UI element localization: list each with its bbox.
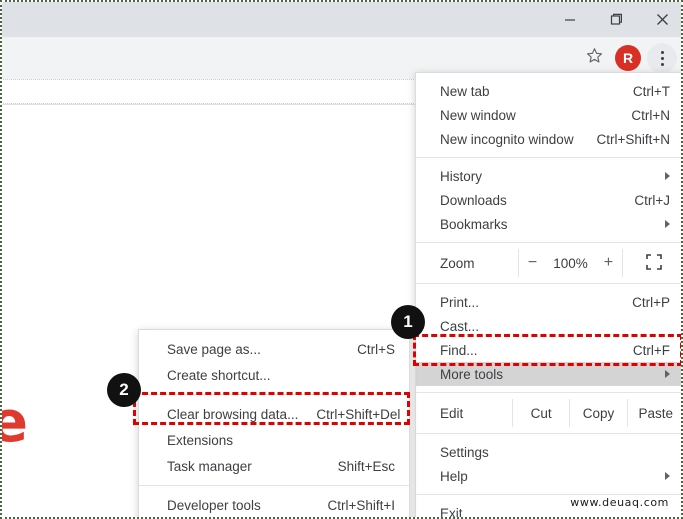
menu-item-more-tools[interactable]: More tools xyxy=(416,362,681,386)
menu-item-shortcut: Shift+Esc xyxy=(337,458,395,474)
menu-item-label: New window xyxy=(440,107,516,123)
menu-separator xyxy=(416,494,681,495)
minimize-icon xyxy=(564,14,576,26)
menu-item-shortcut: Ctrl+N xyxy=(631,107,670,123)
annotation-badge-2: 2 xyxy=(107,373,141,407)
zoom-out-button[interactable]: − xyxy=(528,254,537,272)
menu-item-history[interactable]: History xyxy=(416,164,681,188)
avatar: R xyxy=(615,45,641,71)
annotation-badge-1: 1 xyxy=(391,305,425,339)
close-icon xyxy=(656,13,669,26)
menu-item-new-tab[interactable]: New tab Ctrl+T xyxy=(416,79,681,103)
menu-item-settings[interactable]: Settings xyxy=(416,440,681,464)
menu-item-label: History xyxy=(440,168,483,184)
maximize-button[interactable] xyxy=(593,2,639,37)
chevron-right-icon xyxy=(665,220,670,228)
close-button[interactable] xyxy=(639,2,681,37)
menu-item-label: Print... xyxy=(440,294,480,310)
profile-avatar-button[interactable]: R xyxy=(613,43,643,73)
edit-cut-button[interactable]: Cut xyxy=(512,399,569,427)
menu-item-shortcut: Ctrl+F xyxy=(632,342,670,358)
submenu-item-save-page-as[interactable]: Save page as... Ctrl+S xyxy=(139,336,409,362)
submenu-item-developer-tools[interactable]: Developer tools Ctrl+Shift+I xyxy=(139,492,409,517)
menu-item-shortcut: Ctrl+P xyxy=(632,294,670,310)
menu-item-label: Settings xyxy=(440,444,489,460)
menu-item-label: Extensions xyxy=(167,432,234,448)
three-dot-menu-icon xyxy=(660,49,664,67)
menu-item-new-window[interactable]: New window Ctrl+N xyxy=(416,103,681,127)
menu-item-shortcut: Ctrl+T xyxy=(632,83,670,99)
star-icon xyxy=(586,47,603,69)
window-controls xyxy=(547,2,681,37)
menu-item-label: Cast... xyxy=(440,318,480,334)
menu-separator xyxy=(139,485,409,486)
menu-item-label: Downloads xyxy=(440,192,507,208)
chevron-right-icon xyxy=(665,370,670,378)
menu-item-find[interactable]: Find... Ctrl+F xyxy=(416,338,681,362)
chevron-right-icon xyxy=(665,172,670,180)
menu-zoom-row: Zoom − 100% + xyxy=(416,249,681,277)
menu-item-label: New tab xyxy=(440,83,490,99)
menu-separator xyxy=(416,392,681,393)
menu-item-label: New incognito window xyxy=(440,131,574,147)
menu-separator xyxy=(139,394,409,395)
menu-separator xyxy=(416,242,681,243)
menu-item-help[interactable]: Help xyxy=(416,464,681,488)
menu-item-cast[interactable]: Cast... xyxy=(416,314,681,338)
fullscreen-icon xyxy=(645,253,662,273)
menu-item-bookmarks[interactable]: Bookmarks xyxy=(416,212,681,236)
zoom-in-button[interactable]: + xyxy=(604,254,613,272)
bookmark-star-button[interactable] xyxy=(579,43,609,73)
chevron-right-icon xyxy=(665,472,670,480)
more-tools-submenu: Save page as... Ctrl+S Create shortcut..… xyxy=(138,329,410,517)
menu-item-label: Save page as... xyxy=(167,341,261,357)
browser-title-bar xyxy=(2,2,681,37)
menu-item-label: Find... xyxy=(440,342,478,358)
zoom-controls: − 100% + xyxy=(518,249,622,277)
submenu-item-clear-browsing-data[interactable]: Clear browsing data... Ctrl+Shift+Del xyxy=(139,401,409,427)
submenu-item-task-manager[interactable]: Task manager Shift+Esc xyxy=(139,453,409,479)
menu-separator xyxy=(416,283,681,284)
chrome-menu-button[interactable] xyxy=(647,43,677,73)
menu-item-label: Bookmarks xyxy=(440,216,508,232)
menu-item-label: Developer tools xyxy=(167,497,261,513)
watermark: www.deuaq.com xyxy=(570,496,669,509)
menu-item-downloads[interactable]: Downloads Ctrl+J xyxy=(416,188,681,212)
menu-item-shortcut: Ctrl+Shift+I xyxy=(327,497,395,513)
menu-item-shortcut: Ctrl+J xyxy=(634,192,670,208)
menu-item-shortcut: Ctrl+S xyxy=(357,341,395,357)
menu-item-new-incognito-window[interactable]: New incognito window Ctrl+Shift+N xyxy=(416,127,681,151)
menu-item-shortcut: Ctrl+Shift+N xyxy=(596,131,670,147)
menu-item-print[interactable]: Print... Ctrl+P xyxy=(416,290,681,314)
menu-item-label: Create shortcut... xyxy=(167,367,271,383)
edit-label: Edit xyxy=(440,405,464,421)
menu-item-label: Clear browsing data... xyxy=(167,406,299,422)
edit-paste-button[interactable]: Paste xyxy=(626,399,681,427)
fullscreen-button[interactable] xyxy=(622,249,681,277)
edit-copy-button[interactable]: Copy xyxy=(569,399,626,427)
menu-item-label: More tools xyxy=(440,366,504,382)
submenu-item-create-shortcut[interactable]: Create shortcut... xyxy=(139,362,409,388)
zoom-label: Zoom xyxy=(440,255,475,271)
minimize-button[interactable] xyxy=(547,2,593,37)
bookmarks-bar[interactable] xyxy=(2,79,422,104)
submenu-item-extensions[interactable]: Extensions xyxy=(139,427,409,453)
menu-separator xyxy=(416,433,681,434)
menu-separator xyxy=(416,157,681,158)
menu-item-shortcut: Ctrl+Shift+Del xyxy=(316,406,401,422)
menu-edit-row: Edit Cut Copy Paste xyxy=(416,399,681,427)
maximize-icon xyxy=(610,13,623,26)
chrome-main-menu: New tab Ctrl+T New window Ctrl+N New inc… xyxy=(415,72,681,517)
menu-item-label: Help xyxy=(440,468,468,484)
page-logo: e xyxy=(2,395,28,451)
screenshot-root: R e New tab Ctrl+T New window Ctrl+N New… xyxy=(0,0,683,519)
zoom-level: 100% xyxy=(553,255,588,271)
menu-item-label: Task manager xyxy=(167,458,252,474)
